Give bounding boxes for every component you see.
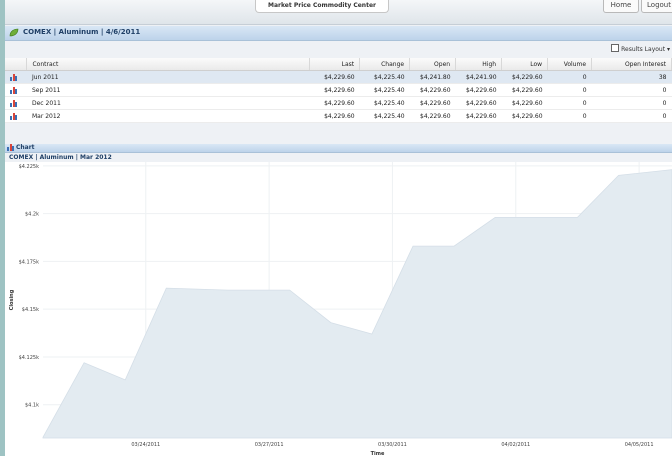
y-tick-label: $4.2k [25,212,39,218]
table-cell: 0 [547,96,592,110]
table-cell: $4,229.60 [309,83,360,97]
table-cell: $4,225.40 [359,96,410,110]
top-bar: Market Price Commodity Center Home Logou… [5,0,672,25]
y-tick-label: $4.225k [19,164,39,170]
table-cell: 0 [547,83,592,97]
table-cell: $4,225.40 [359,70,410,84]
table-cell: 0 [547,70,592,84]
closing-price-chart: $4.225k $4.2k $4.175k $4.15k $4.125k $4.1k 03/… [9,162,672,456]
table-cell: $4,229.60 [501,70,548,84]
y-tick-label: $4.1k [25,403,39,409]
leaf-icon [9,28,19,37]
y-tick-label: $4.15k [22,307,39,313]
table-cell: $4,229.60 [455,109,502,123]
column-header[interactable]: High [455,58,503,71]
table-cell: 0 [591,83,672,97]
table-cell: $4,229.60 [455,83,502,97]
x-tick-label: 03/27/2011 [255,442,284,448]
table-cell: $4,225.40 [359,109,410,123]
table-header-row: Contract Last Change Open High Low Volum… [5,58,672,71]
contract-cell: Dec 2011 [26,96,310,110]
table-row[interactable]: Jun 2011 $4,229.60 $4,225.40 $4,241.80 $4,24… [5,70,672,84]
icon-column-header [5,58,28,71]
layout-icon [611,44,620,52]
chart-icon[interactable] [10,112,17,120]
app-window: Market Price Commodity Center Home Logou… [5,0,672,456]
column-header[interactable]: Last [309,58,361,71]
closing-area-series [42,169,672,439]
table-row[interactable]: Dec 2011 $4,229.60 $4,225.40 $4,229.60 $4,22… [5,96,672,110]
table-cell: $4,229.60 [409,96,456,110]
column-header[interactable]: Volume [547,58,593,71]
row-chart-cell[interactable] [5,70,27,84]
x-tick-label: 03/24/2011 [131,442,160,448]
table-cell: 0 [591,109,672,123]
chart-icon[interactable] [10,86,17,94]
column-header[interactable]: Change [359,58,411,71]
column-header[interactable]: Low [501,58,549,71]
results-layout-menu[interactable]: Results Layout ▾ [611,44,670,53]
column-header[interactable]: Open [409,58,457,71]
y-axis-title: Closing [9,289,15,310]
commodity-header: COMEX | Aluminum | 4/6/2011 [5,26,672,41]
row-chart-cell[interactable] [5,96,27,110]
x-tick-label: 03/30/2011 [378,442,407,448]
table-cell: $4,229.60 [501,96,548,110]
table-cell: $4,229.60 [309,70,360,84]
commodity-title: COMEX | Aluminum | 4/6/2011 [23,28,141,36]
logout-button[interactable]: Logout [641,0,672,13]
table-cell: $4,229.60 [409,109,456,123]
table-cell: $4,229.60 [409,83,456,97]
contracts-table: Contract Last Change Open High Low Volum… [5,58,672,123]
chart-icon[interactable] [10,73,17,81]
contract-cell: Jun 2011 [26,70,310,84]
x-tick-label: 04/02/2011 [501,442,530,448]
x-tick-label: 04/05/2011 [625,442,654,448]
table-row[interactable]: Mar 2012 $4,229.60 $4,225.40 $4,229.60 $4,22… [5,109,672,123]
contract-cell: Sep 2011 [26,83,310,97]
table-cell: 0 [591,96,672,110]
row-chart-cell[interactable] [5,109,27,123]
chart-area: $4.225k $4.2k $4.175k $4.15k $4.125k $4.1k 03/… [5,162,672,456]
column-header[interactable]: Open Interest [591,58,672,71]
table-cell: $4,225.40 [359,83,410,97]
y-tick-label: $4.175k [19,259,39,265]
table-cell: $4,229.60 [309,109,360,123]
chart-section-header: Chart [5,144,672,153]
chart-subtitle: COMEX | Aluminum | Mar 2012 [9,154,112,161]
table-cell: $4,229.60 [309,96,360,110]
x-axis-title: Time [371,451,385,456]
table-cell: $4,229.60 [455,96,502,110]
row-chart-cell[interactable] [5,83,27,97]
y-tick-label: $4.125k [19,355,39,361]
table-cell: $4,229.60 [501,83,548,97]
table-cell: $4,229.60 [501,109,548,123]
market-center-tab[interactable]: Market Price Commodity Center [255,0,389,13]
table-cell: 0 [547,109,592,123]
column-header[interactable]: Contract [26,58,311,71]
contract-cell: Mar 2012 [26,109,310,123]
home-button[interactable]: Home [603,0,639,13]
chart-icon [7,144,14,151]
chart-section-label: Chart [16,144,35,151]
table-cell: $4,241.90 [455,70,502,84]
table-row[interactable]: Sep 2011 $4,229.60 $4,225.40 $4,229.60 $4,22… [5,83,672,97]
table-cell: 38 [591,70,672,84]
chart-icon[interactable] [10,99,17,107]
table-cell: $4,241.80 [409,70,456,84]
results-layout-label: Results Layout ▾ [621,46,670,53]
